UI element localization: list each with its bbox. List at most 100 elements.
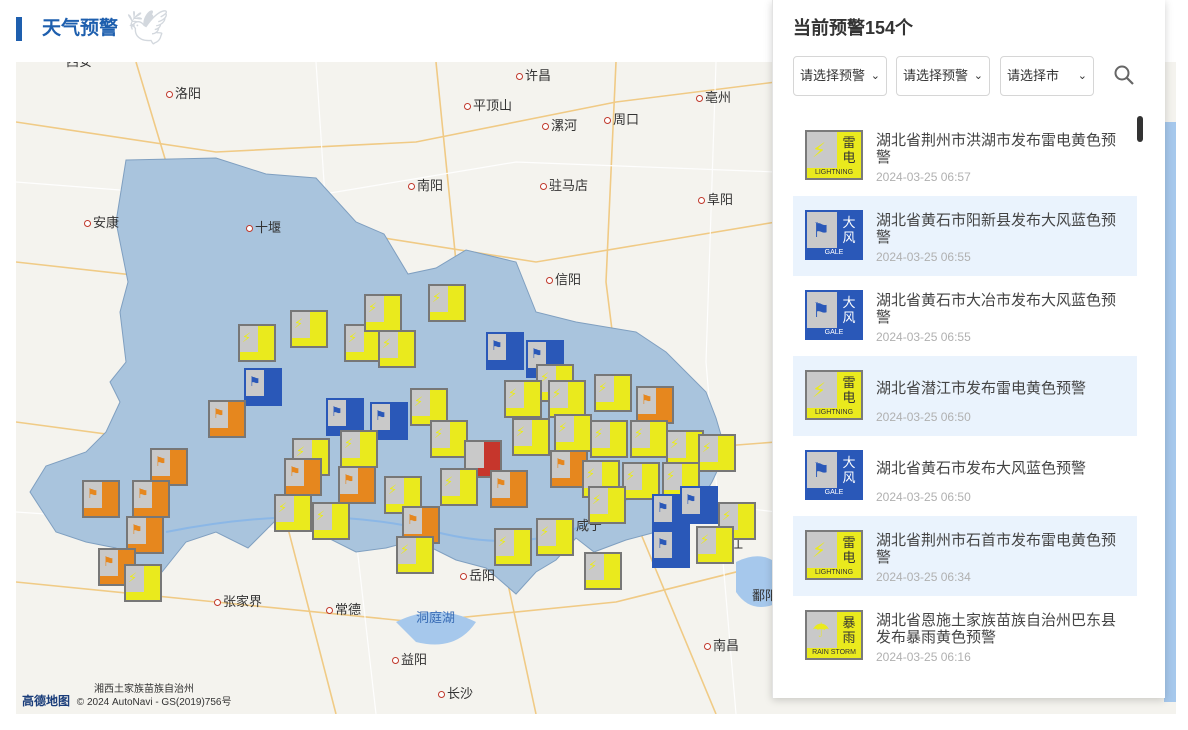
warning-marker-part [514, 530, 530, 557]
city-dot-icon [214, 599, 221, 607]
city-dot-icon [438, 691, 445, 699]
icon-english-label: RAIN STORM [807, 648, 861, 658]
warning-marker-part [342, 458, 376, 466]
warning-marker-icon[interactable] [584, 552, 622, 590]
city-name: 洛阳 [175, 86, 202, 101]
warning-marker-icon[interactable] [548, 380, 586, 418]
warning-marker-icon[interactable] [396, 536, 434, 574]
warning-marker-icon[interactable] [274, 494, 312, 532]
list-scrollbar[interactable] [1137, 116, 1143, 142]
warning-marker-part [360, 432, 376, 459]
city-dot-icon [516, 73, 523, 81]
warning-marker-part [126, 592, 160, 600]
warning-marker-icon[interactable] [588, 486, 626, 524]
warning-marker-part [380, 332, 398, 359]
warning-marker-part [100, 550, 118, 577]
warning-marker-part [624, 464, 642, 491]
search-icon[interactable] [1113, 64, 1135, 86]
icon-char: 电 [842, 150, 856, 165]
warning-marker-icon[interactable] [512, 418, 550, 456]
warning-marker-icon[interactable] [440, 468, 478, 506]
warning-marker-icon[interactable] [312, 502, 350, 540]
warning-marker-part [134, 482, 152, 509]
warning-marker-part [590, 488, 608, 515]
city-select[interactable]: 请选择市 ⌄ [1000, 56, 1094, 96]
warning-marker-icon[interactable] [378, 330, 416, 368]
warning-marker-part [592, 448, 626, 456]
warning-marker-part [460, 470, 476, 497]
warning-marker-part [466, 442, 484, 469]
warning-marker-icon[interactable] [630, 420, 668, 458]
lightning-warning-icon: ⚡ 雷电 LIGHTNING [805, 530, 863, 580]
warning-marker-icon[interactable] [338, 466, 376, 504]
warning-marker-part [586, 554, 604, 581]
warning-marker-part [608, 488, 624, 515]
city-dot-icon [604, 117, 611, 125]
city-dot-icon [696, 95, 703, 103]
warning-list-item[interactable]: ☂ 暴雨 RAIN STORM 湖北省恩施土家族苗族自治州巴东县发布暴雨黄色预警 202… [793, 596, 1137, 676]
warning-marker-icon[interactable] [124, 564, 162, 602]
warning-marker-part [358, 468, 374, 495]
city-name: 阜阳 [707, 192, 734, 207]
warning-list-item[interactable]: ⚑ 大风 GALE 湖北省黄石市大冶市发布大风蓝色预警 2024-03-25 06:55 [793, 276, 1137, 356]
warning-marker-part [488, 360, 522, 368]
icon-char: 风 [842, 470, 856, 485]
warning-marker-part [84, 482, 102, 509]
icon-char: 暴 [842, 615, 856, 630]
warning-marker-icon[interactable] [554, 414, 592, 452]
warning-marker-icon[interactable] [494, 528, 532, 566]
warning-count-title: 当前预警154个 [793, 18, 914, 38]
warning-marker-icon[interactable] [430, 420, 468, 458]
warning-marker-part [246, 370, 264, 397]
warning-marker-icon[interactable] [132, 480, 170, 518]
city-dot-icon [408, 183, 415, 191]
crane-decoration-icon: 🕊 [126, 9, 170, 47]
warning-marker-icon[interactable] [698, 434, 736, 472]
warning-marker-part [514, 420, 532, 447]
warning-marker-icon[interactable] [340, 430, 378, 468]
warning-marker-icon[interactable] [652, 530, 690, 568]
warning-marker-icon[interactable] [490, 470, 528, 508]
warning-marker-icon[interactable] [486, 332, 524, 370]
warning-marker-icon[interactable] [636, 386, 674, 424]
city-label: 亳州 [696, 90, 731, 106]
warning-marker-part [682, 514, 716, 522]
warning-marker-icon[interactable] [536, 518, 574, 556]
warning-list-item[interactable]: ⚡ 雷电 LIGHTNING 湖北省潜江市发布雷电黄色预警 2024-03-25 06:… [793, 356, 1137, 436]
warning-level-select[interactable]: 请选择预警 ⌄ [896, 56, 990, 96]
warning-marker-part [276, 496, 294, 523]
warning-marker-icon[interactable] [82, 480, 120, 518]
warning-marker-icon[interactable] [290, 310, 328, 348]
city-label: 张家界 [214, 594, 262, 610]
city-label: 南昌 [704, 638, 739, 654]
warning-marker-icon[interactable] [590, 420, 628, 458]
warning-marker-part [590, 514, 624, 522]
warning-marker-part [146, 518, 162, 545]
warning-title: 湖北省黄石市阳新县发布大风蓝色预警 [876, 212, 1117, 246]
warning-marker-part [602, 462, 618, 489]
warning-marker-icon[interactable] [594, 374, 632, 412]
warning-time: 2024-03-25 06:34 [876, 570, 971, 584]
warning-marker-part [698, 528, 716, 555]
icon-char: 风 [842, 230, 856, 245]
warning-marker-part [574, 416, 590, 443]
warning-list-item[interactable]: ⚑ 大风 GALE 湖北省黄石市发布大风蓝色预警 2024-03-25 06:50 [793, 436, 1137, 516]
warning-list-item[interactable]: ⚡ 雷电 LIGHTNING 湖北省荆州市石首市发布雷电黄色预警 2024-03-25 … [793, 516, 1137, 596]
warning-marker-icon[interactable] [208, 400, 246, 438]
warning-list-item[interactable]: ⚑ 大风 GALE 湖北省黄石市阳新县发布大风蓝色预警 2024-03-25 06:55 [793, 196, 1137, 276]
warning-marker-icon[interactable] [244, 368, 282, 406]
warning-marker-icon[interactable] [696, 526, 734, 564]
flag-icon: ⚑ [812, 460, 830, 482]
warning-marker-icon[interactable] [364, 294, 402, 332]
icon-char: 电 [842, 390, 856, 405]
warning-marker-icon[interactable] [284, 458, 322, 496]
warning-marker-icon[interactable] [238, 324, 276, 362]
warning-marker-icon[interactable] [428, 284, 466, 322]
warning-marker-part [228, 402, 244, 429]
warning-list-item[interactable]: ⚡ 雷电 LIGHTNING 湖北省荆州市洪湖市发布雷电黄色预警 2024-03-25 … [793, 116, 1137, 196]
warning-marker-icon[interactable] [504, 380, 542, 418]
warning-time: 2024-03-25 06:50 [876, 490, 971, 504]
warning-type-select[interactable]: 请选择预警 ⌄ [793, 56, 887, 96]
warning-list[interactable]: ⚡ 雷电 LIGHTNING 湖北省荆州市洪湖市发布雷电黄色预警 2024-03-25 … [793, 116, 1137, 686]
warning-marker-icon[interactable] [680, 486, 718, 524]
